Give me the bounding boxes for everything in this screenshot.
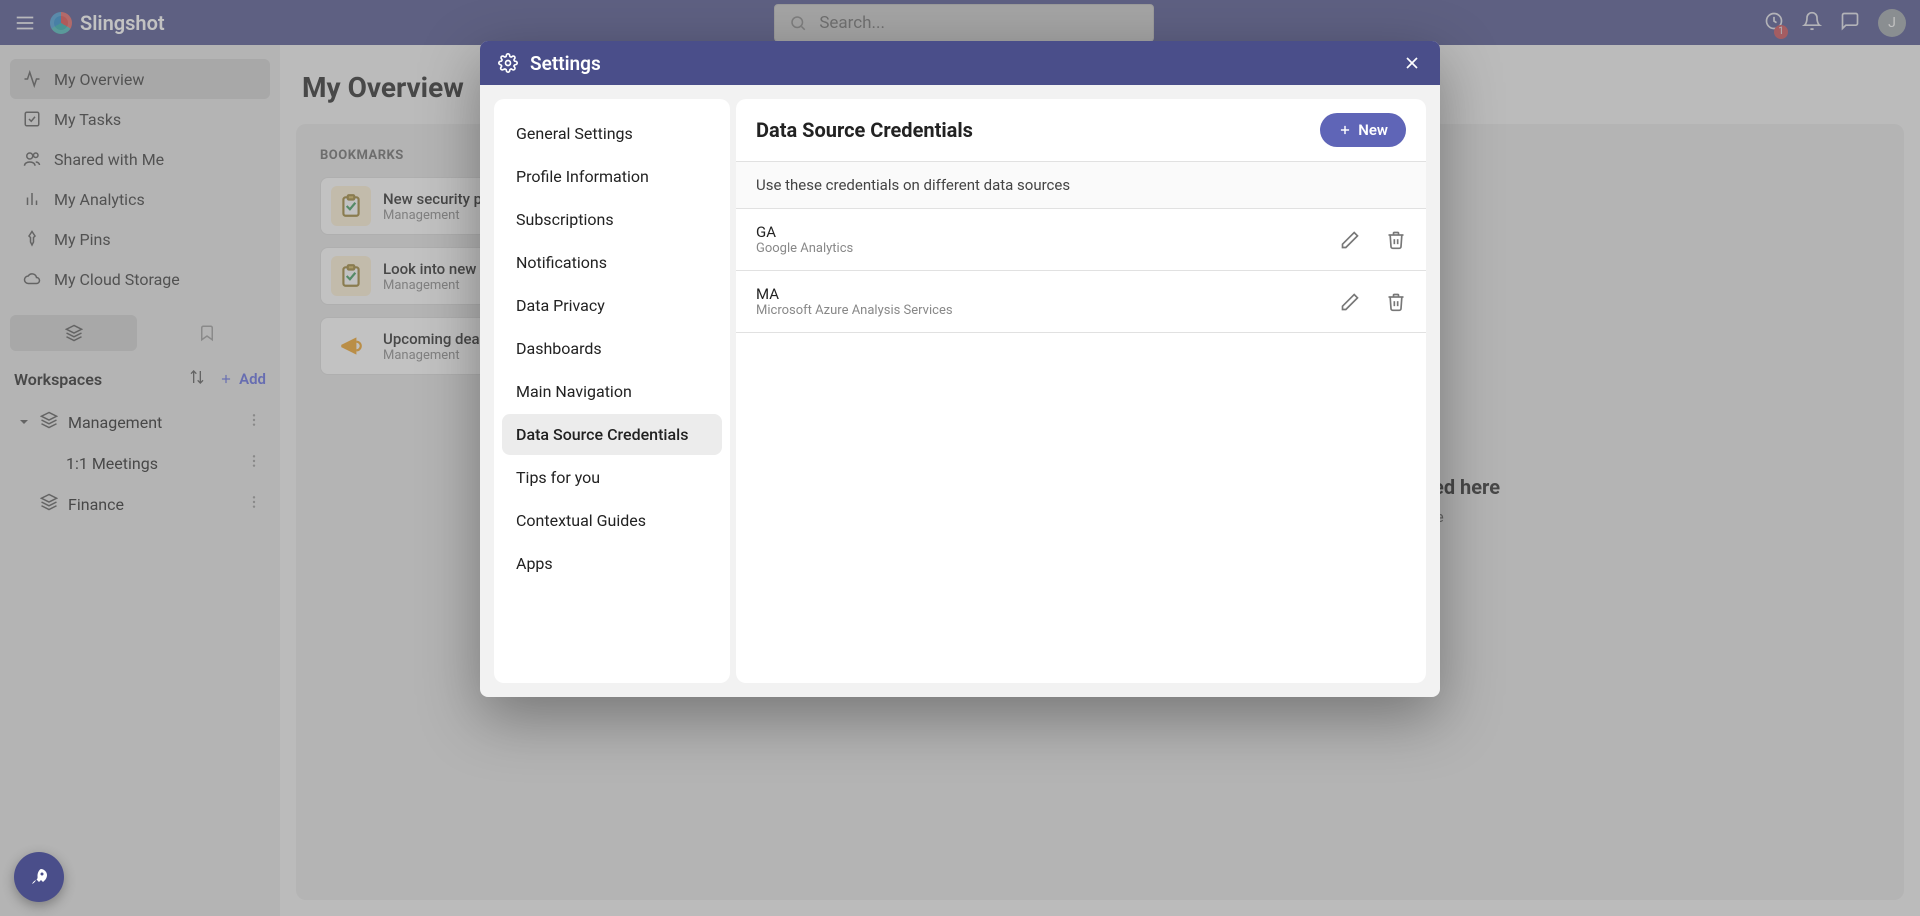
credential-list: GA Google Analytics MA Microsoft Azure A… bbox=[736, 209, 1426, 333]
settings-nav-item[interactable]: Contextual Guides bbox=[502, 500, 722, 541]
settings-nav-item[interactable]: Tips for you bbox=[502, 457, 722, 498]
settings-nav-item[interactable]: Dashboards bbox=[502, 328, 722, 369]
settings-nav-item[interactable]: Profile Information bbox=[502, 156, 722, 197]
settings-nav-item[interactable]: Data Source Credentials bbox=[502, 414, 722, 455]
settings-content: Data Source Credentials New Use these cr… bbox=[736, 99, 1426, 683]
settings-nav: General SettingsProfile InformationSubsc… bbox=[494, 99, 730, 683]
settings-nav-item[interactable]: Apps bbox=[502, 543, 722, 584]
credential-name: MA bbox=[756, 285, 953, 303]
rocket-icon bbox=[27, 865, 51, 889]
credential-row: MA Microsoft Azure Analysis Services bbox=[736, 271, 1426, 333]
delete-icon[interactable] bbox=[1386, 292, 1406, 312]
new-credential-button[interactable]: New bbox=[1320, 113, 1406, 147]
credential-type: Microsoft Azure Analysis Services bbox=[756, 303, 953, 318]
delete-icon[interactable] bbox=[1386, 230, 1406, 250]
close-icon[interactable] bbox=[1402, 53, 1422, 73]
edit-icon[interactable] bbox=[1340, 292, 1360, 312]
gear-icon bbox=[498, 53, 518, 73]
settings-nav-item[interactable]: Data Privacy bbox=[502, 285, 722, 326]
settings-nav-item[interactable]: Notifications bbox=[502, 242, 722, 283]
modal-body: General SettingsProfile InformationSubsc… bbox=[480, 85, 1440, 697]
settings-modal: Settings General SettingsProfile Informa… bbox=[480, 41, 1440, 697]
content-title: Data Source Credentials bbox=[756, 118, 973, 142]
launcher-fab[interactable] bbox=[14, 852, 64, 902]
content-header: Data Source Credentials New bbox=[736, 99, 1426, 162]
modal-title: Settings bbox=[530, 52, 601, 75]
content-description: Use these credentials on different data … bbox=[736, 162, 1426, 209]
settings-nav-item[interactable]: Subscriptions bbox=[502, 199, 722, 240]
credential-row: GA Google Analytics bbox=[736, 209, 1426, 271]
modal-header: Settings bbox=[480, 41, 1440, 85]
settings-nav-item[interactable]: Main Navigation bbox=[502, 371, 722, 412]
credential-name: GA bbox=[756, 223, 853, 241]
plus-icon bbox=[1338, 123, 1352, 137]
modal-overlay: Settings General SettingsProfile Informa… bbox=[0, 0, 1920, 916]
settings-nav-item[interactable]: General Settings bbox=[502, 113, 722, 154]
credential-type: Google Analytics bbox=[756, 241, 853, 256]
edit-icon[interactable] bbox=[1340, 230, 1360, 250]
